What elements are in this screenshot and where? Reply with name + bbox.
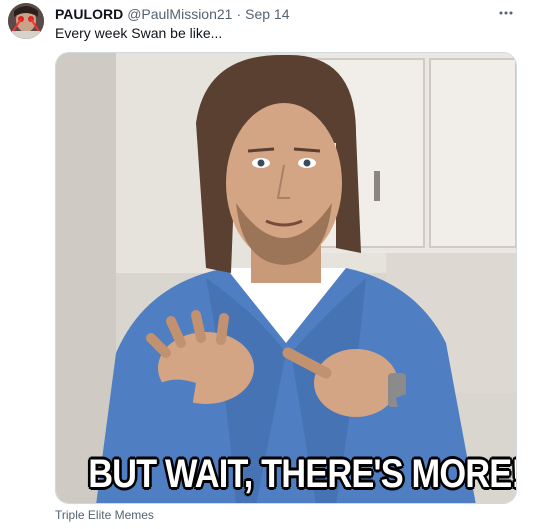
avatar-image [8, 3, 44, 39]
tweet-header: PAULORD @PaulMission21 · Sep 14 [55, 5, 290, 23]
separator-dot: · [236, 6, 242, 22]
more-horizontal-icon [499, 11, 513, 15]
display-name[interactable]: PAULORD [55, 5, 123, 23]
tweet-date[interactable]: Sep 14 [245, 5, 289, 23]
avatar[interactable] [8, 3, 44, 39]
tweet-media-image[interactable]: BUT WAIT, THERE'S MORE! [55, 52, 517, 504]
tweet: PAULORD @PaulMission21 · Sep 14 Every we… [0, 0, 533, 529]
meme-caption: BUT WAIT, THERE'S MORE! [88, 451, 517, 497]
meme-image [56, 53, 516, 503]
user-handle[interactable]: @PaulMission21 [127, 5, 232, 23]
tweet-text: Every week Swan be like... [55, 25, 223, 41]
media-source-label[interactable]: Triple Elite Memes [55, 508, 154, 522]
more-options-button[interactable] [495, 2, 517, 24]
